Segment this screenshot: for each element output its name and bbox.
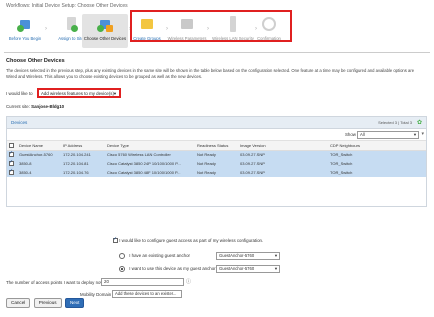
show-filter-row: Show All ▼ ▾ <box>7 129 426 141</box>
divider <box>4 52 430 53</box>
existing-anchor-radio[interactable] <box>119 253 125 259</box>
chevron-down-icon: ▼ <box>274 266 278 271</box>
column-header[interactable]: IP Address <box>61 141 105 151</box>
device-ip: 172.20.104.76 <box>61 168 105 177</box>
image-version: 03.09.27.SNP <box>238 150 328 159</box>
selected-count: Selected 3 | Total 3 <box>378 120 412 125</box>
guest-access-checkbox[interactable] <box>113 236 118 244</box>
device-name: GuestAnchor-5760 <box>17 150 61 159</box>
current-site-label: Current site <box>6 104 29 109</box>
readiness-status: Not Ready <box>195 159 238 168</box>
info-icon[interactable]: ⓘ <box>186 278 191 285</box>
mobility-domain-label: Mobility Domain <box>80 292 112 297</box>
feature-select[interactable]: Add wireless features to my device(s) ▼ <box>37 88 121 98</box>
device-name: 3850-8 <box>17 159 61 168</box>
refresh-icon[interactable]: ✿ <box>417 119 422 126</box>
use-this-device-radio[interactable] <box>119 266 125 272</box>
readiness-status: Not Ready <box>195 150 238 159</box>
image-version: 03.09.27.SNP <box>238 159 328 168</box>
use-this-device-select[interactable]: GuestAnchor-5760 ▼ <box>216 265 280 273</box>
guest-access-option[interactable]: I would like to configure guest access a… <box>113 236 264 244</box>
select-all-header[interactable] <box>7 141 17 151</box>
row-checkbox[interactable] <box>9 168 14 176</box>
step-label: Choose Other Devices <box>83 36 127 41</box>
page-description: The devices selected in the previous ste… <box>6 68 415 79</box>
cdp-neighbours: TOR_Switch <box>328 159 426 168</box>
column-header[interactable]: Device Name <box>17 141 61 151</box>
show-select-value: All <box>360 132 365 137</box>
use-this-device-value: GuestAnchor-5760 <box>219 266 255 271</box>
device-ip: 172.20.104.81 <box>61 159 105 168</box>
select-all-checkbox[interactable] <box>9 142 14 148</box>
next-button[interactable]: Next <box>64 298 85 308</box>
filter-icon[interactable]: ▾ <box>421 131 424 137</box>
step-label: Before You Begin <box>8 36 42 41</box>
devices-table: Device Name IP Address Device Type Readi… <box>7 141 426 177</box>
existing-anchor-value: GuestAnchor-5760 <box>219 253 255 258</box>
cdp-neighbours: TOR_Switch <box>328 168 426 177</box>
current-site: Current site: Sanjose-Bldg10 <box>6 104 65 109</box>
cdp-neighbours: TOR_Switch <box>328 150 426 159</box>
table-header-row: Device Name IP Address Device Type Readi… <box>7 141 426 151</box>
mobility-domain-select[interactable]: Add these devices to an exister... <box>112 290 182 298</box>
mobility-domain-value: Add these devices to an exister... <box>115 291 177 296</box>
step-before-you-begin[interactable]: Before You Begin <box>2 14 48 48</box>
readiness-status: Not Ready <box>195 168 238 177</box>
access-points-input[interactable]: 20 <box>101 278 184 286</box>
device-type: Cisco 5760 Wireless LAN Controller <box>105 150 195 159</box>
future-steps-highlight <box>130 10 292 42</box>
assign-site-icon <box>63 16 79 32</box>
table-row[interactable]: 3850-8 172.20.104.81 Cisco Catalyst 3850… <box>7 159 426 168</box>
show-label: Show <box>345 132 356 137</box>
row-checkbox[interactable] <box>9 150 14 158</box>
wizard-footer: Cancel Previous Next <box>6 298 86 308</box>
choose-devices-icon <box>97 16 113 32</box>
current-site-value: Sanjose-Bldg10 <box>31 104 65 109</box>
devices-panel: Devices Selected 3 | Total 3 ✿ Show All … <box>6 116 427 207</box>
page-title: Choose Other Devices <box>6 58 65 64</box>
feature-label: I would like to <box>6 91 33 96</box>
image-version: 03.09.27.SNP <box>238 168 328 177</box>
table-row[interactable]: GuestAnchor-5760 172.20.104.241 Cisco 57… <box>7 150 426 159</box>
existing-anchor-select[interactable]: GuestAnchor-5760 ▼ <box>216 252 280 260</box>
device-name: 3850-4 <box>17 168 61 177</box>
use-this-device-label: I want to use this device as my guest an… <box>129 266 216 272</box>
table-row[interactable]: 3850-4 172.20.104.76 Cisco Catalyst 3850… <box>7 168 426 177</box>
devices-panel-header: Devices Selected 3 | Total 3 ✿ <box>7 117 426 129</box>
chevron-down-icon: ▼ <box>413 132 417 137</box>
device-type: Cisco Catalyst 3850 24P 10/100/1000 P... <box>105 159 195 168</box>
existing-anchor-option[interactable]: I have an existing guest anchor <box>119 253 190 259</box>
devices-panel-title: Devices <box>11 120 28 125</box>
column-header[interactable]: Device Type <box>105 141 195 151</box>
cancel-button[interactable]: Cancel <box>6 298 31 308</box>
breadcrumb: Workflows: Initial Device Setup: Choose … <box>6 3 128 9</box>
chevron-down-icon: ▼ <box>274 253 278 258</box>
device-type: Cisco Catalyst 3850 48F 10/100/1000 P... <box>105 168 195 177</box>
access-points-label: The number of access points I want to de… <box>6 280 109 285</box>
use-this-device-option[interactable]: I want to use this device as my guest an… <box>119 266 216 272</box>
column-header[interactable]: Image Version <box>238 141 328 151</box>
chevron-down-icon: ▼ <box>113 91 117 96</box>
previous-button[interactable]: Previous <box>33 298 62 308</box>
step-arrow-icon: › <box>45 26 47 32</box>
existing-anchor-label: I have an existing guest anchor <box>129 253 191 259</box>
column-header[interactable]: Readiness Status <box>195 141 238 151</box>
before-you-begin-icon <box>17 16 33 32</box>
step-choose-other-devices[interactable]: Choose Other Devices <box>82 14 128 48</box>
device-ip: 172.20.104.241 <box>61 150 105 159</box>
feature-select-value: Add wireless features to my device(s) <box>41 91 114 96</box>
row-checkbox[interactable] <box>9 159 14 167</box>
column-header[interactable]: CDP Neighbours <box>328 141 426 151</box>
guest-access-label: I would like to configure guest access a… <box>119 238 264 243</box>
show-select[interactable]: All ▼ <box>357 131 419 139</box>
